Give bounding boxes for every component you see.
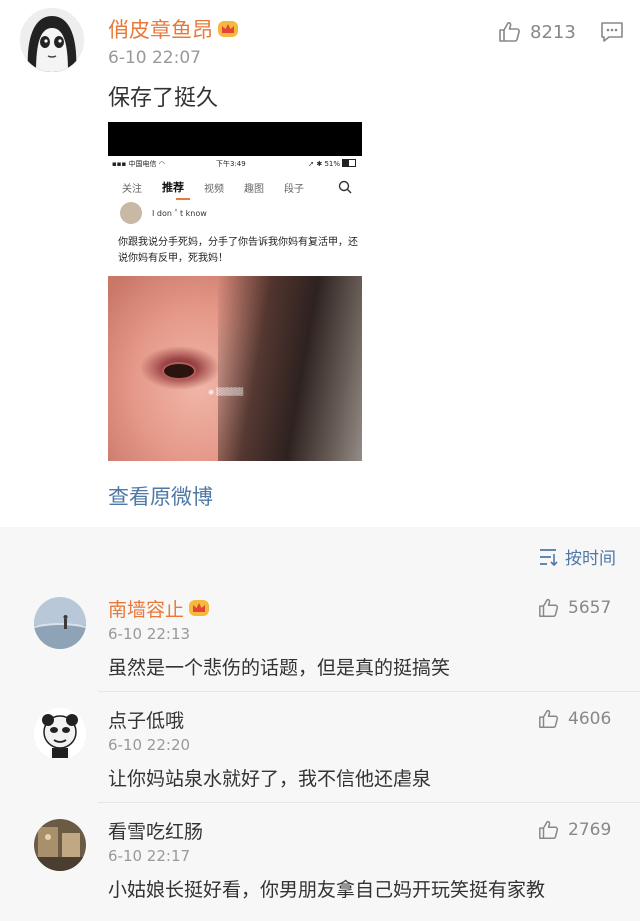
image-status-bar: ▪▪▪ 中国电信 ◠ 下午3:49 ➚ ✱ 51% [108,158,362,172]
wifi-icon: ◠ [158,160,165,168]
image-tab-jokes: 段子 [284,184,304,195]
vip-crown-icon [217,19,239,39]
commenter-avatar[interactable] [34,819,86,871]
commenter-name[interactable]: 看雪吃红肠 [108,817,203,844]
sort-icon [540,548,558,566]
battery-text: 51% [324,160,340,168]
comment-item: 看雪吃红肠 6-10 22:17 2769 小姑娘长挺好看，你男朋友拿自己妈开玩… [0,803,640,914]
commenter-avatar[interactable] [34,708,86,760]
image-tab-follow: 关注 [122,184,142,195]
thumbs-up-icon [539,709,559,728]
image-user-avatar [120,202,142,224]
location-icon: ➚ [308,160,315,168]
image-post-text: 你跟我说分手死妈，分手了你告诉我你妈有复活甲，还说你妈有反甲，死我妈！ [118,237,358,264]
comment-item: 点子低哦 6-10 22:20 4606 让你妈站泉水就好了，我不信他还虐泉 [0,692,640,803]
post-text: 保存了挺久 [108,86,219,111]
search-icon [338,180,352,197]
comment-item: 南墙容止 6-10 22:13 5657 虽然是一个悲伤的话题，但是真的挺搞笑 [0,581,640,692]
battery-icon [342,159,356,167]
sort-by-time-button[interactable]: 按时间 [539,544,616,569]
comment-text: 让你妈站泉水就好了，我不信他还虐泉 [108,768,432,790]
comment-like-button[interactable]: 2769 [538,819,611,841]
main-post: 俏皮章鱼昂 6-10 22:07 8213 保存了挺久 ▪▪▪ 中国电信 ◠ 下… [0,0,640,527]
commenter-name-text[interactable]: 南墙容止 [108,599,184,621]
active-tab-underline [176,198,190,200]
thumbs-up-icon [539,598,559,617]
commenter-name[interactable]: 南墙容止 [108,595,210,622]
commenter-avatar[interactable] [34,597,86,649]
comment-like-count: 5657 [568,598,612,618]
bluetooth-icon: ✱ [316,160,323,168]
image-black-bar [108,122,362,156]
image-eye [162,362,196,380]
comment-like-count: 4606 [568,709,612,729]
comment-time: 6-10 22:13 [108,625,191,643]
comment-time: 6-10 22:20 [108,736,191,754]
signal-icon: ▪▪▪ [112,160,127,168]
status-time: 下午3:49 [216,160,246,168]
author-name-text[interactable]: 俏皮章鱼昂 [108,18,213,42]
author-avatar[interactable] [20,8,84,72]
thumbs-up-icon [499,22,520,42]
commenter-name[interactable]: 点子低哦 [108,706,184,733]
image-photo: ◉ ▒▒▒▒▒ [108,276,362,461]
comment-time: 6-10 22:17 [108,847,191,865]
sort-bar: 按时间 [0,527,640,581]
comment-like-button[interactable]: 4606 [538,708,611,730]
author-name[interactable]: 俏皮章鱼昂 [108,14,239,44]
post-like-count: 8213 [530,21,576,43]
image-tab-recommend: 推荐 [162,181,184,194]
post-time: 6-10 22:07 [108,48,201,68]
image-tab-funny: 趣图 [244,184,264,195]
sort-label: 按时间 [565,549,616,569]
image-tab-bar: 关注 推荐 视频 趣图 段子 [108,178,362,200]
comment-text: 虽然是一个悲伤的话题，但是真的挺搞笑 [108,657,451,679]
comment-like-button[interactable]: 5657 [538,597,611,619]
comment-text: 小姑娘长挺好看，你男朋友拿自己妈开玩笑挺有家教 [108,879,546,901]
post-like-button[interactable]: 8213 [498,20,576,44]
comment-icon[interactable] [600,21,624,47]
watermark-logo: ◉ ▒▒▒▒▒ [208,388,244,396]
vip-crown-icon [188,598,210,618]
image-tab-video: 视频 [204,184,224,195]
image-user-name: I don＇t know [152,209,207,218]
post-image[interactable]: ▪▪▪ 中国电信 ◠ 下午3:49 ➚ ✱ 51% 关注 推荐 视频 趣图 段子… [108,122,362,461]
carrier-text: 中国电信 [128,160,157,168]
comment-like-count: 2769 [568,820,612,840]
image-hair [218,276,362,461]
thumbs-up-icon [539,820,559,839]
comment-list: 南墙容止 6-10 22:13 5657 虽然是一个悲伤的话题，但是真的挺搞笑 [0,581,640,921]
view-original-link[interactable]: 查看原微博 [108,481,213,511]
